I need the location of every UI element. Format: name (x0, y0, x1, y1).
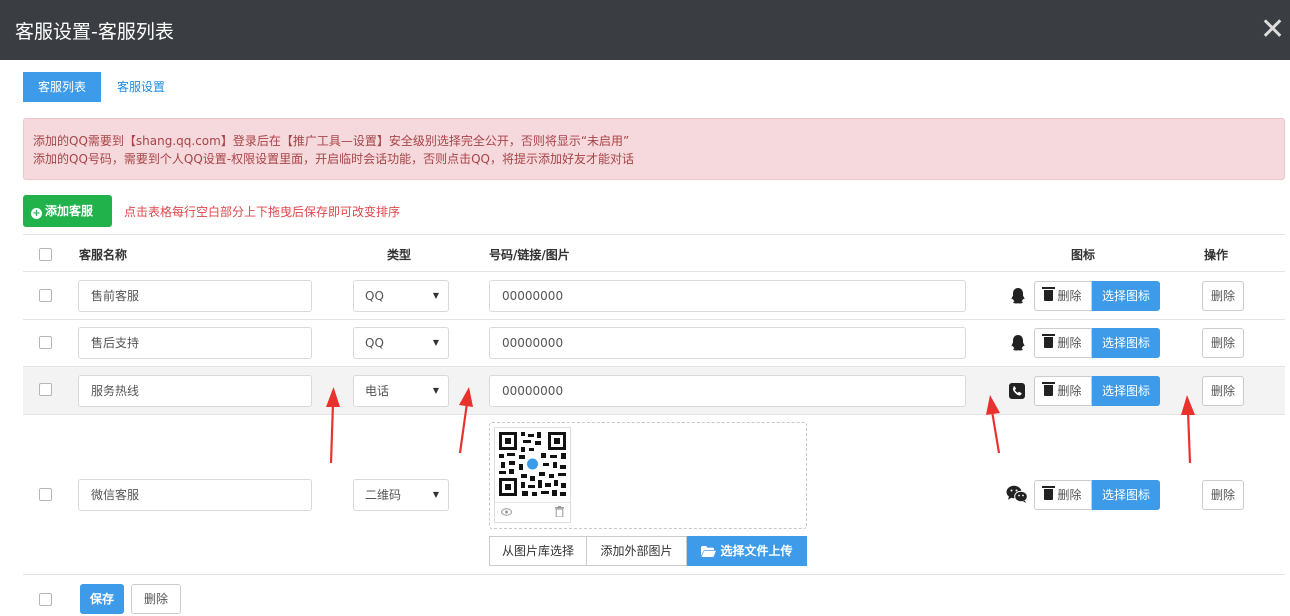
annotation-arrow-icon (326, 387, 340, 464)
type-select[interactable]: 二维码 ▼ (353, 479, 449, 511)
save-button[interactable]: 保存 (80, 584, 124, 614)
type-select-value: 二维码 (365, 488, 402, 502)
tab-service-list[interactable]: 客服列表 (23, 72, 101, 102)
upload-file-button[interactable]: 选择文件上传 (687, 536, 807, 566)
dialog-title: 客服设置-客服列表 (15, 21, 174, 43)
delete-icon-label: 删除 (1057, 488, 1082, 502)
row-delete-button[interactable]: 删除 (1202, 328, 1244, 358)
header-value: 号码/链接/图片 (489, 248, 570, 262)
row-divider (23, 574, 1285, 575)
delete-icon-label: 删除 (1057, 289, 1082, 303)
row-checkbox[interactable] (39, 488, 52, 501)
delete-icon-label: 删除 (1057, 384, 1082, 398)
batch-delete-button[interactable]: 删除 (131, 584, 181, 614)
close-icon[interactable]: ✕ (1260, 12, 1290, 48)
type-select[interactable]: 电话 ▼ (353, 375, 449, 407)
trash-icon (1042, 382, 1056, 396)
select-all-checkbox[interactable] (39, 248, 52, 261)
type-select-value: QQ (365, 289, 384, 303)
service-name-input[interactable]: 售前客服 (78, 280, 312, 312)
alert-line-2: 添加的QQ号码，需要到个人QQ设置-权限设置里面，开启临时会话功能，否则点击QQ… (33, 152, 635, 166)
qr-card-divider (495, 502, 570, 503)
header-divider (23, 271, 1285, 272)
qq-penguin-icon (1011, 288, 1025, 304)
row-checkbox[interactable] (39, 336, 52, 349)
delete-icon-label: 删除 (1057, 336, 1082, 350)
eye-icon[interactable] (501, 508, 512, 516)
type-select[interactable]: QQ ▼ (353, 280, 449, 312)
header-type: 类型 (387, 248, 412, 262)
trash-icon[interactable] (555, 506, 564, 517)
annotation-arrow-icon (986, 395, 1001, 454)
service-name-input[interactable]: 售后支持 (78, 327, 312, 359)
alert-line-1: 添加的QQ需要到【shang.qq.com】登录后在【推广工具—设置】安全级别选… (33, 134, 630, 148)
caret-down-icon: ▼ (432, 338, 439, 347)
type-select-value: QQ (365, 336, 384, 350)
table-top-border (23, 234, 1285, 235)
tab-service-settings[interactable]: 客服设置 (117, 72, 165, 102)
choose-icon-button[interactable]: 选择图标 (1092, 328, 1160, 358)
upload-file-label: 选择文件上传 (720, 544, 793, 558)
caret-down-icon: ▼ (432, 386, 439, 395)
header-icon: 图标 (1071, 248, 1096, 262)
add-service-button[interactable]: + 添加客服 (23, 195, 112, 227)
value-input[interactable]: 00000000 (489, 375, 966, 407)
sort-hint: 点击表格每行空白部分上下拖曳后保存即可改变排序 (124, 205, 401, 219)
row-divider (23, 414, 1285, 415)
row-delete-button[interactable]: 删除 (1202, 376, 1244, 406)
value-input[interactable]: 00000000 (489, 327, 966, 359)
delete-icon-button[interactable]: 删除 (1034, 480, 1092, 510)
qr-code-image (495, 428, 570, 500)
choose-icon-button[interactable]: 选择图标 (1092, 376, 1160, 406)
select-from-library-button[interactable]: 从图片库选择 (489, 536, 587, 566)
delete-icon-button[interactable]: 删除 (1034, 328, 1092, 358)
service-name-input[interactable]: 服务热线 (78, 375, 312, 407)
delete-icon-button[interactable]: 删除 (1034, 281, 1092, 311)
caret-down-icon: ▼ (432, 291, 439, 300)
caret-down-icon: ▼ (432, 490, 439, 499)
trash-icon (1042, 334, 1056, 348)
choose-icon-button[interactable]: 选择图标 (1092, 480, 1160, 510)
type-select[interactable]: QQ ▼ (353, 327, 449, 359)
add-external-image-button[interactable]: 添加外部图片 (586, 536, 687, 566)
annotation-arrow-icon (1181, 395, 1195, 464)
delete-icon-button[interactable]: 删除 (1034, 376, 1092, 406)
phone-icon (1009, 383, 1025, 399)
service-name-input[interactable]: 微信客服 (78, 479, 312, 511)
folder-open-icon (701, 546, 717, 557)
row-delete-button[interactable]: 删除 (1202, 480, 1244, 510)
annotation-arrow-icon (458, 387, 473, 454)
row-divider (23, 319, 1285, 320)
dialog-titlebar: 客服设置-客服列表 ✕ (0, 0, 1290, 60)
value-input[interactable]: 00000000 (489, 280, 966, 312)
row-checkbox[interactable] (39, 383, 52, 396)
plus-circle-icon: + (31, 208, 42, 219)
header-name: 客服名称 (79, 248, 128, 262)
footer-select-all-checkbox[interactable] (39, 593, 52, 606)
warning-alert: 添加的QQ需要到【shang.qq.com】登录后在【推广工具—设置】安全级别选… (23, 118, 1285, 180)
choose-icon-button[interactable]: 选择图标 (1092, 281, 1160, 311)
add-service-label: 添加客服 (45, 204, 94, 218)
header-operation: 操作 (1204, 248, 1229, 262)
row-checkbox[interactable] (39, 289, 52, 302)
qq-penguin-icon (1011, 335, 1025, 351)
qr-thumbnail-card (494, 427, 571, 523)
trash-icon (1042, 486, 1056, 500)
row-delete-button[interactable]: 删除 (1202, 281, 1244, 311)
wechat-icon (1006, 485, 1028, 503)
trash-icon (1042, 287, 1056, 301)
type-select-value: 电话 (365, 384, 390, 398)
